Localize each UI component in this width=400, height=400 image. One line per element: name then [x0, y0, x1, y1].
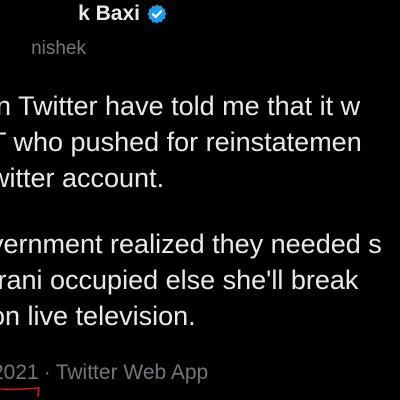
tweet-text-line: in Twitter have told me that it w: [0, 91, 361, 121]
tweet-text-line: witter account.: [0, 163, 165, 193]
tweet-text-line: Irani occupied else she'll break: [0, 265, 359, 295]
tweet-source[interactable]: Twitter Web App: [56, 358, 209, 388]
verified-badge-icon: [147, 4, 167, 24]
tweet-text-line: vernment realized they needed s: [0, 229, 382, 259]
author-name[interactable]: k Baxi: [0, 2, 140, 26]
tweet-screenshot: k Baxi nishek in Twitter have told me th…: [0, 0, 400, 400]
tweet-text-line: T who pushed for reinstatemen: [0, 127, 362, 157]
tweet-text-line: on live television.: [0, 301, 196, 331]
red-underline-annotation: [0, 387, 40, 397]
tweet-text: in Twitter have told me that it w T who …: [0, 88, 400, 334]
author-handle[interactable]: nishek: [0, 38, 86, 60]
